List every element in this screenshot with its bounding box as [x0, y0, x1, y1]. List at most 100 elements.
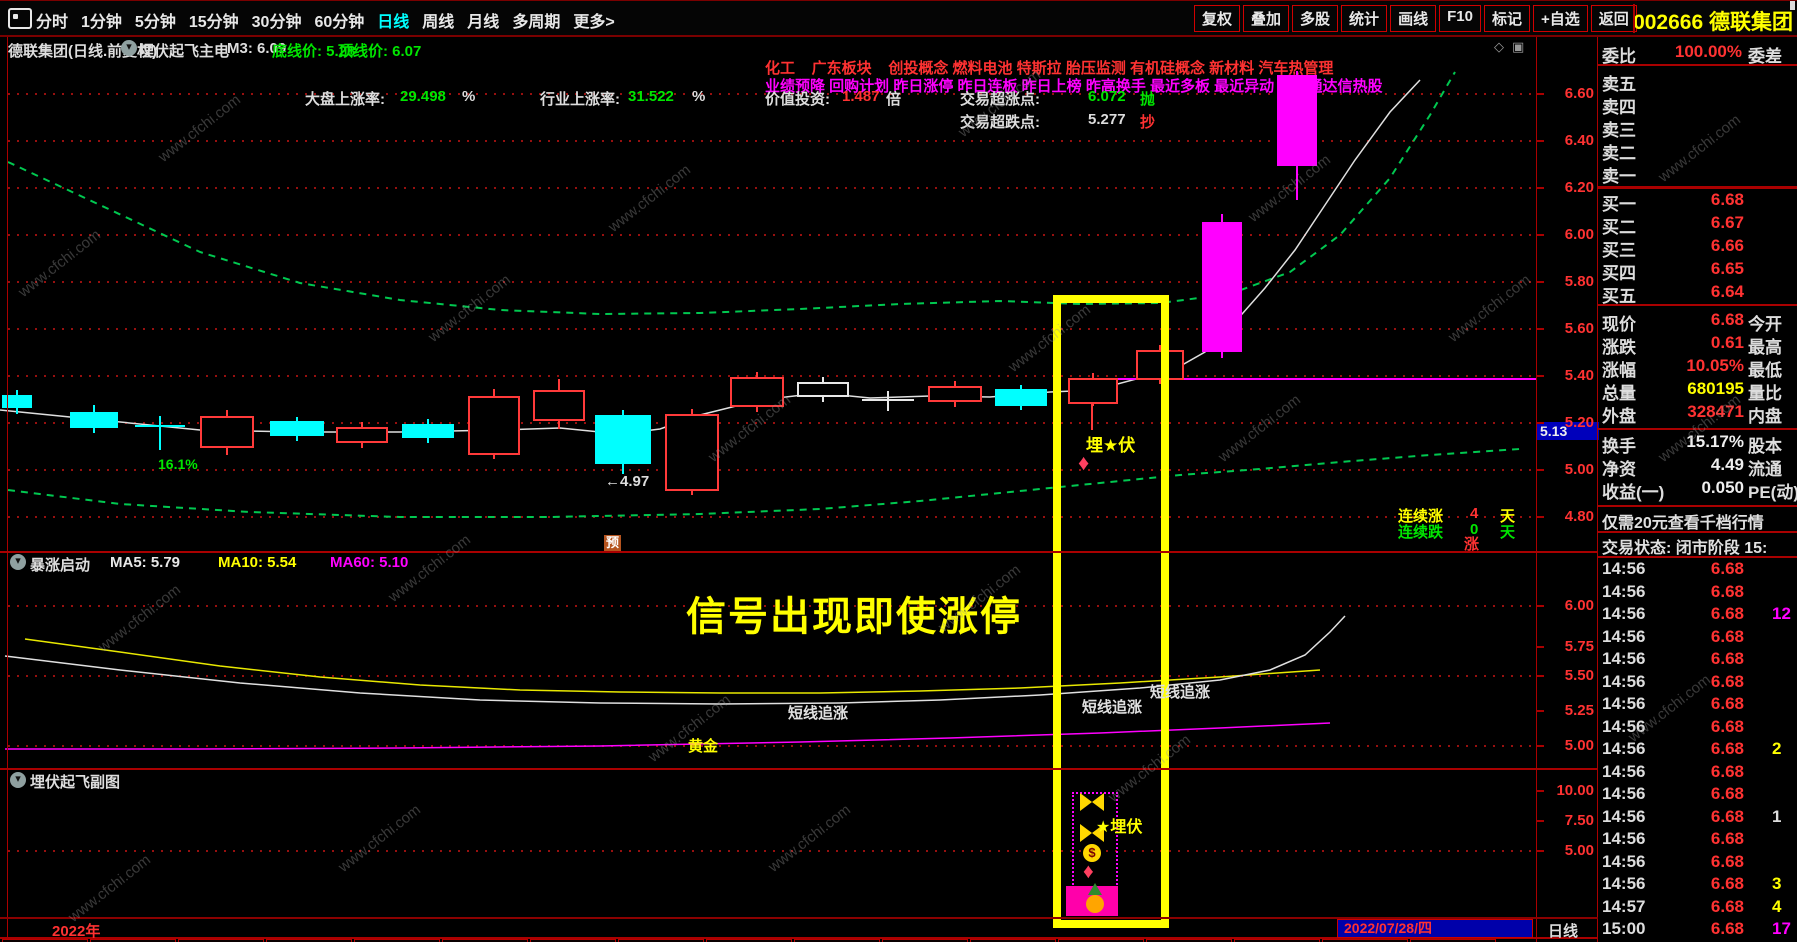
window-corner-icon[interactable]: ▣ [1512, 39, 1524, 55]
period-tab[interactable]: 60分钟 [314, 8, 364, 32]
ask-row-label[interactable]: 卖四 [1602, 93, 1636, 118]
tick-price: 6.68 [1710, 649, 1744, 668]
forecast-marker-badge[interactable]: 预 [604, 535, 621, 551]
watermark-text: www.cfchi.com [335, 801, 424, 876]
tool-button[interactable]: 多股 [1292, 5, 1339, 32]
tool-button[interactable]: 返回 [1590, 5, 1637, 32]
tool-button[interactable]: 叠加 [1243, 5, 1290, 32]
stat-label: 换手 [1602, 437, 1636, 456]
dotted-gridline [8, 422, 1536, 424]
tick-price: 6.68 [1710, 896, 1744, 916]
axis-tick-mark [1537, 422, 1544, 424]
period-tab[interactable]: 5分钟 [135, 8, 176, 32]
ma-label: MA60: 5.10 [330, 554, 409, 571]
scrollbar-fragment[interactable] [1790, 1, 1795, 10]
candle-body [665, 414, 719, 491]
watermark-text: www.cfchi.com [1005, 301, 1094, 376]
ask-row-label[interactable]: 卖五 [1602, 70, 1636, 95]
tool-button[interactable]: 复权 [1194, 5, 1241, 32]
axis-left-border [1536, 36, 1537, 942]
industry-rate-value: 31.522 [628, 88, 674, 105]
stat-right-label: 内盘 [1748, 407, 1782, 426]
tick-time: 15:00 [1602, 919, 1646, 938]
middle-indicator-name[interactable]: 暴涨启动 [30, 554, 90, 575]
period-tab[interactable]: 30分钟 [252, 8, 302, 32]
stat-label: 涨跌 [1602, 338, 1636, 357]
signal-annotation: 信号出现即使涨停 [686, 595, 1022, 639]
bid-row-label[interactable]: 买四 [1602, 259, 1636, 284]
tick-time: 14:56 [1602, 851, 1646, 871]
bid-row-label[interactable]: 买三 [1602, 236, 1636, 261]
tick-volume: 17 [1772, 919, 1791, 938]
chase-label: 短线追涨 [788, 705, 849, 722]
bid-price: 6.66 [1710, 236, 1744, 255]
period-tab[interactable]: 1分钟 [81, 8, 122, 32]
candle-body [200, 416, 254, 448]
quote-divider [1598, 186, 1797, 189]
price-tick-label: 4.80 [1564, 508, 1594, 525]
collapse-bottom-icon[interactable]: ▾ [10, 772, 26, 788]
bid-price: 6.64 [1710, 282, 1744, 301]
period-tabs: 分时 1分钟 5分钟 15分钟 30分钟 60分钟 日线 周线 月线 多周期 更多> [36, 8, 615, 32]
bottom-indicator-name[interactable]: 埋伏起飞副图 [30, 771, 120, 792]
app-icon[interactable] [8, 8, 32, 29]
stat-label: 净资 [1602, 460, 1636, 479]
period-tab[interactable]: 周线 [422, 8, 454, 32]
main-indicator-name[interactable]: 埋伏起飞主电 [139, 40, 229, 61]
period-tab[interactable]: 日线 [377, 8, 409, 32]
period-tab[interactable]: 15分钟 [189, 8, 239, 32]
gem-icon: ♦ [1078, 450, 1090, 475]
period-tab[interactable]: 分时 [36, 8, 68, 32]
axis-tick-mark [1537, 605, 1544, 607]
streak-up-value: 4 [1470, 505, 1479, 522]
watermark-text: www.cfchi.com [65, 851, 154, 926]
tool-button[interactable]: F10 [1439, 5, 1481, 32]
tool-button[interactable]: 统计 [1341, 5, 1388, 32]
chart-left-border [7, 36, 8, 938]
ma-label: MA5: 5.79 [110, 554, 181, 571]
dotted-gridline [8, 745, 1536, 747]
top-menu-bar: 分时 1分钟 5分钟 15分钟 30分钟 60分钟 日线 周线 月线 多周期 更多> 复权 叠加 多股统… [0, 0, 1797, 37]
tick-time: 14:56 [1602, 671, 1646, 691]
tool-button[interactable]: 画线 [1390, 5, 1437, 32]
diamond-corner-icon[interactable]: ◇ [1494, 39, 1504, 55]
stat-right-label: 最高 [1748, 338, 1782, 357]
tick-time: 14:56 [1602, 649, 1646, 668]
price-tick-label: 6.40 [1564, 132, 1594, 149]
bid-row-label[interactable]: 买二 [1602, 213, 1636, 238]
streak-down-value: 0 [1470, 521, 1479, 538]
ask-row-label[interactable]: 卖三 [1602, 116, 1636, 141]
price-tick-label: 6.00 [1564, 597, 1594, 614]
tool-button[interactable]: 标记 [1483, 5, 1530, 32]
candle-body [336, 427, 388, 443]
axis-tick-mark [1537, 234, 1544, 236]
watermark-text: www.cfchi.com [1655, 111, 1744, 186]
tick-price: 6.68 [1710, 581, 1744, 601]
collapse-main-icon[interactable]: ▾ [121, 40, 137, 56]
ask-row-label[interactable]: 卖一 [1602, 162, 1636, 187]
streak-down-label: 连续跌 [1398, 524, 1444, 541]
stat-value: 680195 [1687, 379, 1744, 398]
period-tab[interactable]: 多周期 [512, 8, 560, 32]
chase-label: 短线追涨 [1150, 684, 1211, 701]
tick-time: 14:56 [1602, 559, 1646, 578]
toolbar: 复权 叠加 多股 统计 画线 F10 标记 +自选 返回 [1194, 5, 1637, 32]
tool-button[interactable]: +自选 [1532, 5, 1588, 32]
industry-rate-unit: % [692, 88, 706, 105]
pct-change-note: 16.1% [158, 456, 198, 472]
collapse-middle-icon[interactable]: ▾ [10, 554, 26, 570]
tick-time: 14:56 [1602, 806, 1646, 826]
axis-tick-mark [1537, 469, 1544, 471]
period-tab[interactable]: 更多> [573, 8, 614, 32]
watermark-text: www.cfchi.com [1215, 391, 1304, 466]
orange-icon [1086, 895, 1104, 913]
stat-value: 4.49 [1710, 455, 1744, 474]
period-tab[interactable]: 月线 [467, 8, 499, 32]
bid-row-label[interactable]: 买一 [1602, 190, 1636, 215]
vip-link[interactable]: 仅需20元查看千档行情 [1602, 509, 1764, 533]
candle-wick [16, 390, 18, 414]
tick-volume: 3 [1772, 874, 1782, 893]
ask-row-label[interactable]: 卖二 [1602, 139, 1636, 164]
stat-label: 现价 [1602, 315, 1636, 334]
m3-line [0, 79, 1421, 435]
